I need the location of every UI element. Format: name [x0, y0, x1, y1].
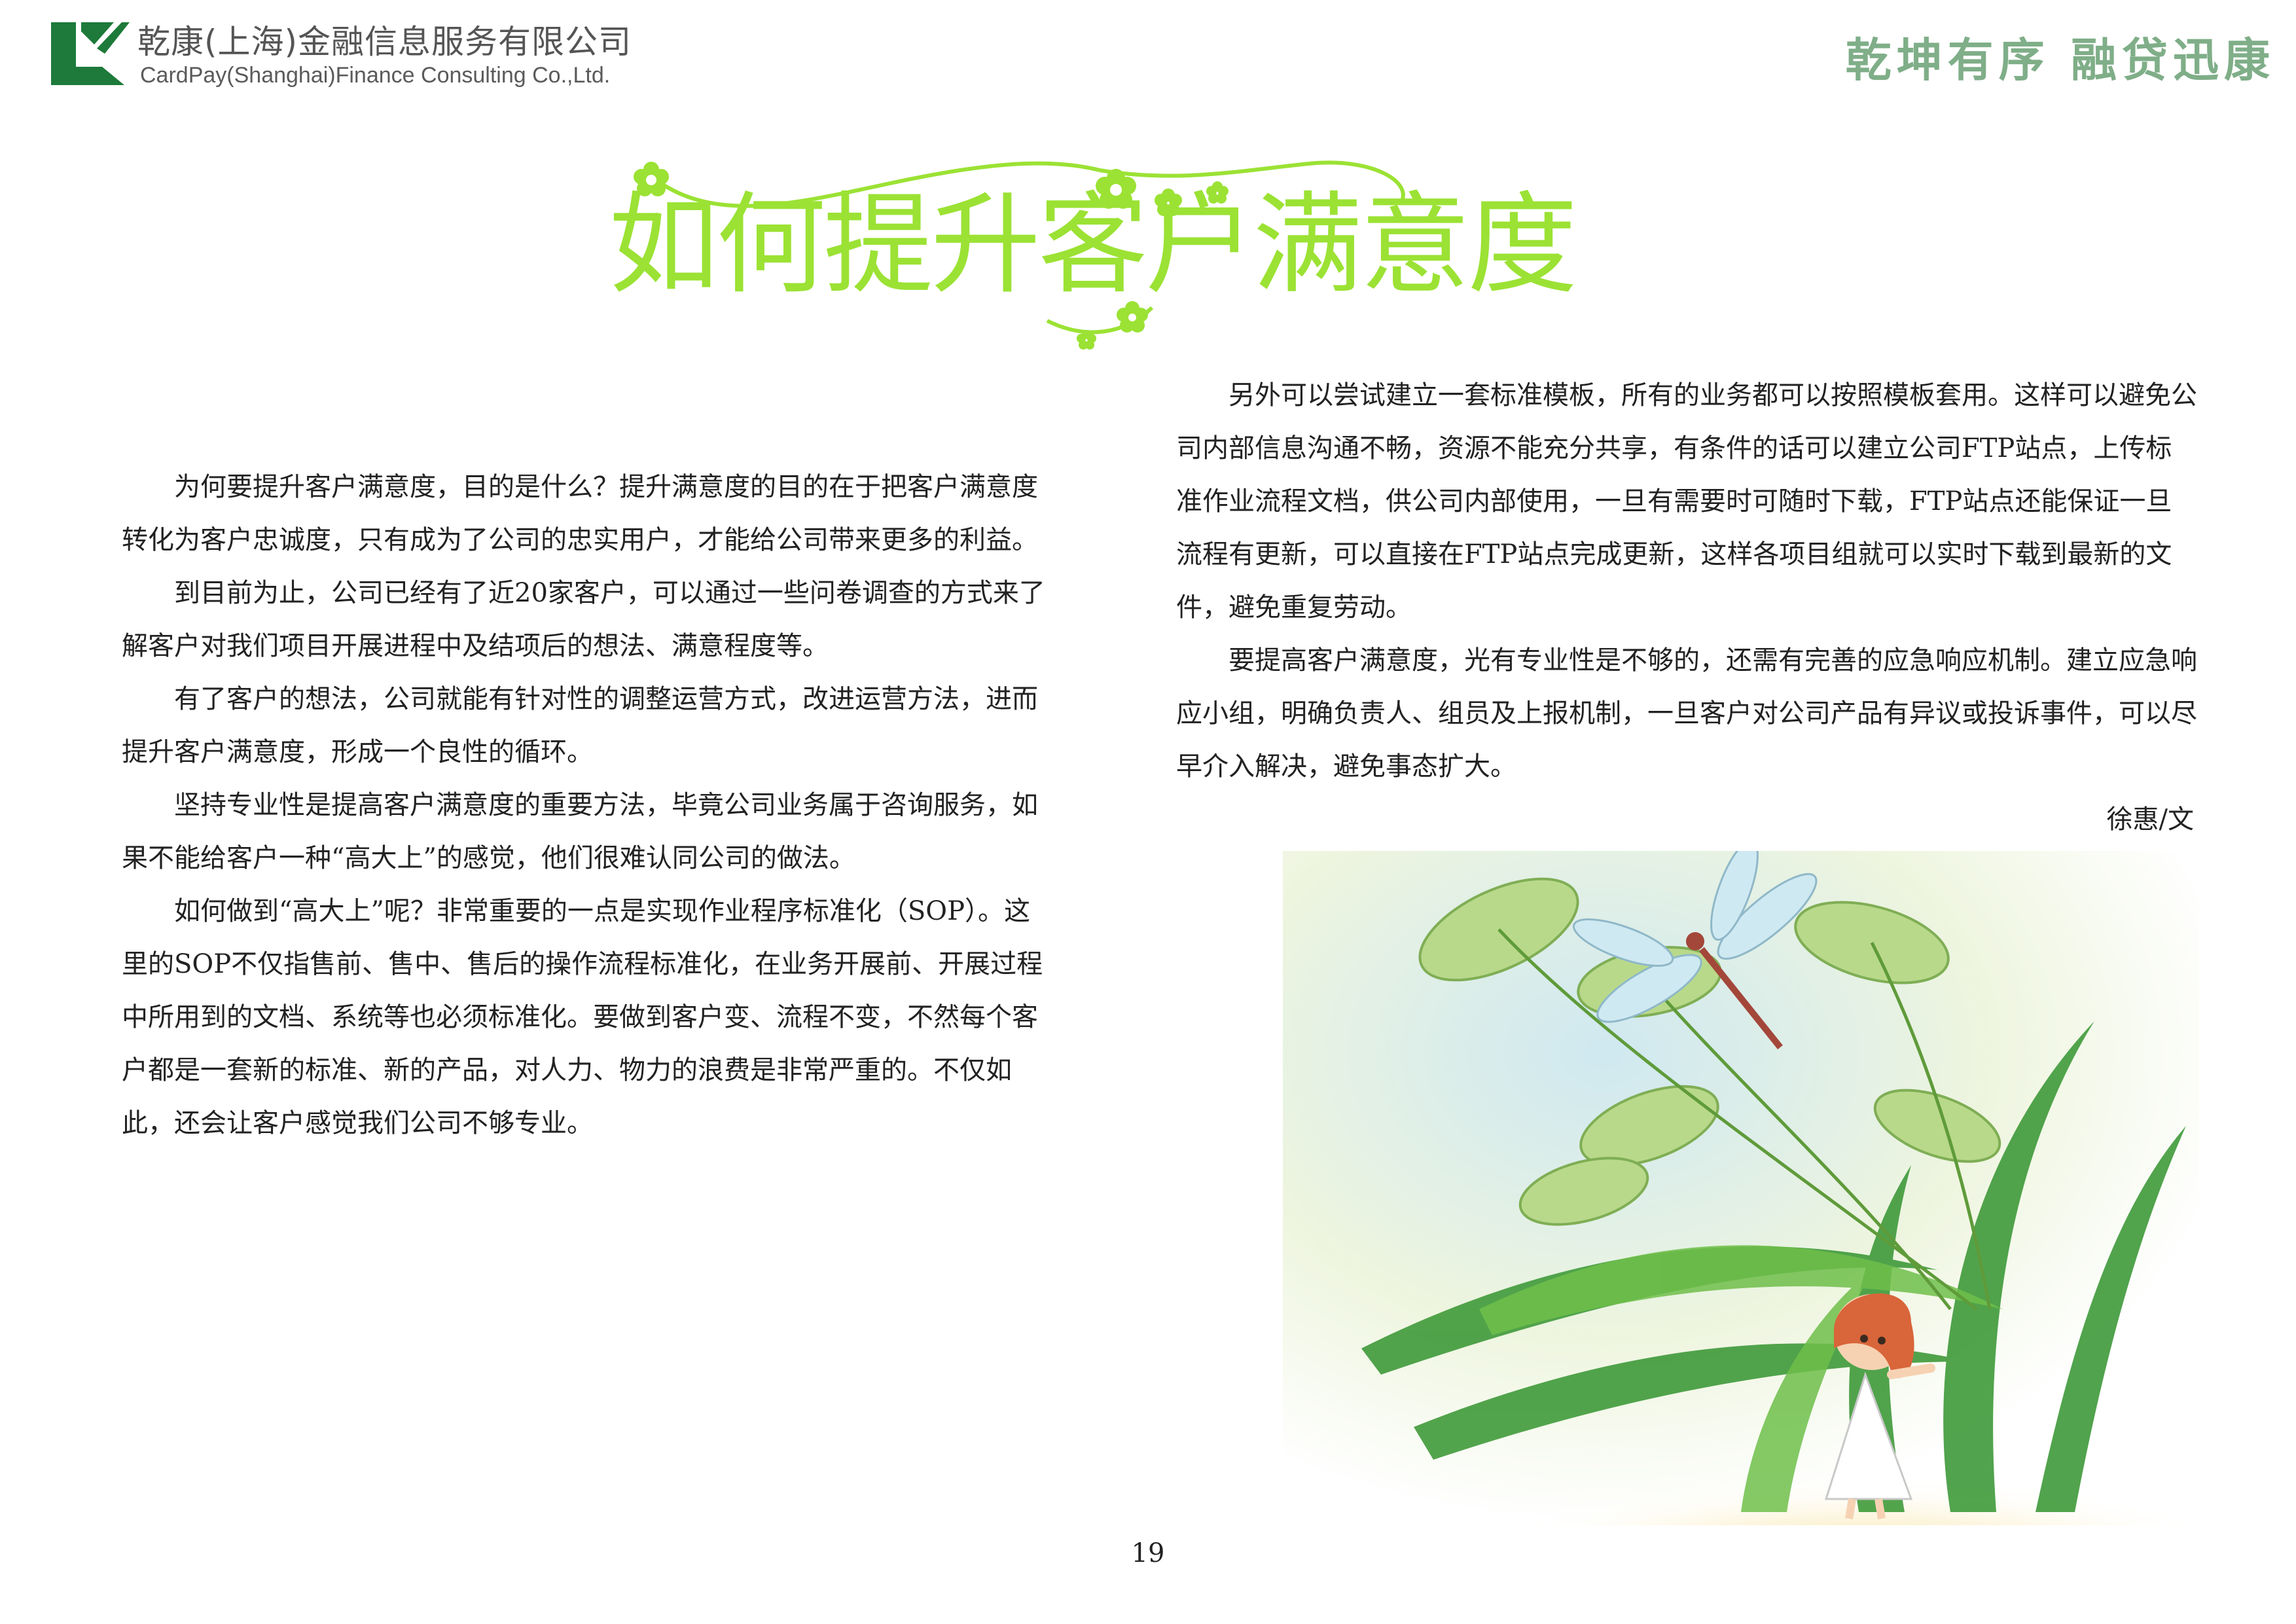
paragraph: 有了客户的想法，公司就能有针对性的调整运营方式，改进运营方法，进而提升客户满意度…	[122, 684, 1038, 767]
paragraph: 为何要提升客户满意度，目的是什么？提升满意度的目的在于把客户满意度转化为客户忠诚…	[122, 472, 1038, 555]
company-logo-icon	[51, 22, 130, 85]
girl-grass-dragonfly-illustration-icon	[1283, 851, 2199, 1525]
article-title: 如何提升客户满意度	[609, 181, 1577, 309]
paragraph: 到目前为止，公司已经有了近20家客户，可以通过一些问卷调查的方式来了解客户对我们…	[122, 578, 1045, 661]
paragraph: 如何做到“高大上”呢？非常重要的一点是实现作业程序标准化（SOP）。这里的SOP…	[122, 896, 1043, 1138]
paragraph: 另外可以尝试建立一套标准模板，所有的业务都可以按照模板套用。这样可以避免公司内部…	[1176, 380, 2197, 623]
company-slogan: 乾坤有序 融贷迅康	[1845, 33, 2275, 87]
paragraph: 坚持专业性是提高客户满意度的重要方法，毕竟公司业务属于咨询服务，如果不能给客户一…	[122, 790, 1038, 873]
right-text-column: 另外可以尝试建立一套标准模板，所有的业务都可以按照模板套用。这样可以避免公司内部…	[1176, 369, 2197, 793]
left-text-column: 为何要提升客户满意度，目的是什么？提升满意度的目的在于把客户满意度转化为客户忠诚…	[122, 461, 1051, 1150]
author-byline: 徐惠/文	[2106, 804, 2194, 835]
page-number: 19	[1131, 1538, 1165, 1568]
paragraph: 要提高客户满意度，光有专业性是不够的，还需有完善的应急响应机制。建立应急响应小组…	[1176, 645, 2197, 782]
company-name-en: CardPay(Shanghai)Finance Consulting Co.,…	[140, 63, 611, 88]
company-name-cn: 乾康(上海)金融信息服务有限公司	[137, 23, 632, 61]
